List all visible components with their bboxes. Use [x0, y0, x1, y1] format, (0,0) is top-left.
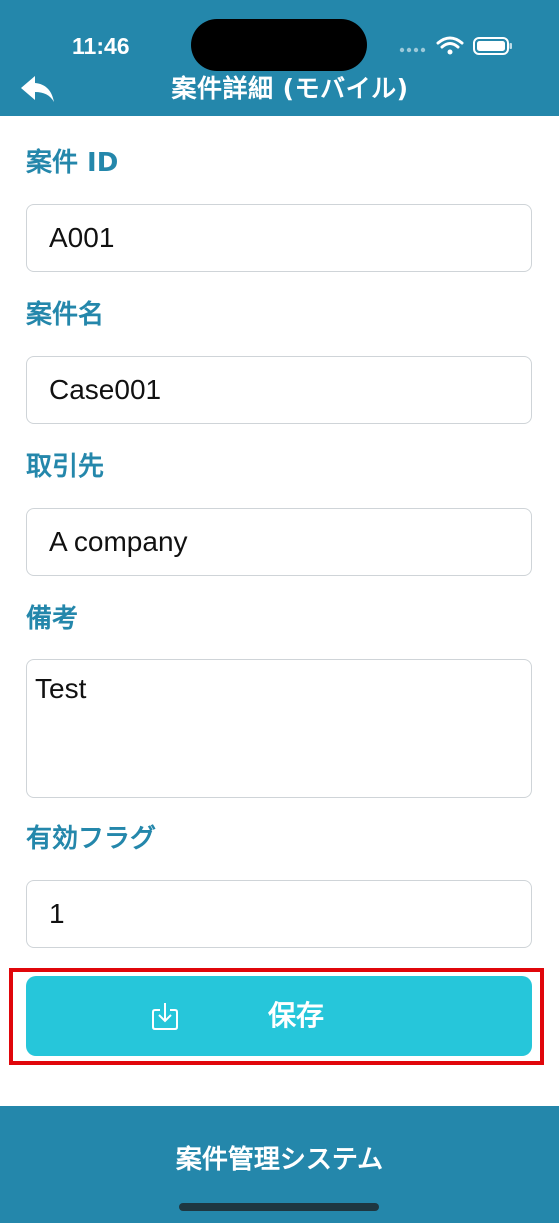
- client-input[interactable]: [26, 508, 532, 576]
- case-id-label: 案件 ID: [26, 148, 119, 178]
- back-arrow-icon[interactable]: [18, 72, 58, 108]
- case-name-input[interactable]: [26, 356, 532, 424]
- client-label: 取引先: [26, 452, 105, 482]
- dynamic-island: [191, 19, 367, 71]
- status-time: 11:46: [72, 33, 130, 59]
- footer-title: 案件管理システム: [175, 1145, 384, 1175]
- case-id-input[interactable]: [26, 204, 532, 272]
- case-name-label: 案件名: [26, 300, 105, 330]
- cellular-dots-icon: [399, 47, 426, 53]
- save-button[interactable]: 保存: [26, 976, 532, 1056]
- page-title: 案件詳細 (モバイル): [171, 74, 409, 103]
- battery-icon: [473, 37, 512, 55]
- remarks-textarea[interactable]: Test: [26, 659, 532, 798]
- active-flag-label: 有効フラグ: [26, 824, 157, 854]
- active-flag-input[interactable]: [26, 880, 532, 948]
- save-button-label: 保存: [267, 1000, 324, 1031]
- status-icons: [399, 36, 512, 55]
- home-indicator: [179, 1203, 379, 1211]
- remarks-label: 備考: [26, 604, 79, 634]
- app-header: 11:46 案件詳細 (モバイル): [0, 0, 559, 116]
- wifi-icon: [436, 36, 464, 55]
- app-footer: 案件管理システム: [0, 1106, 559, 1223]
